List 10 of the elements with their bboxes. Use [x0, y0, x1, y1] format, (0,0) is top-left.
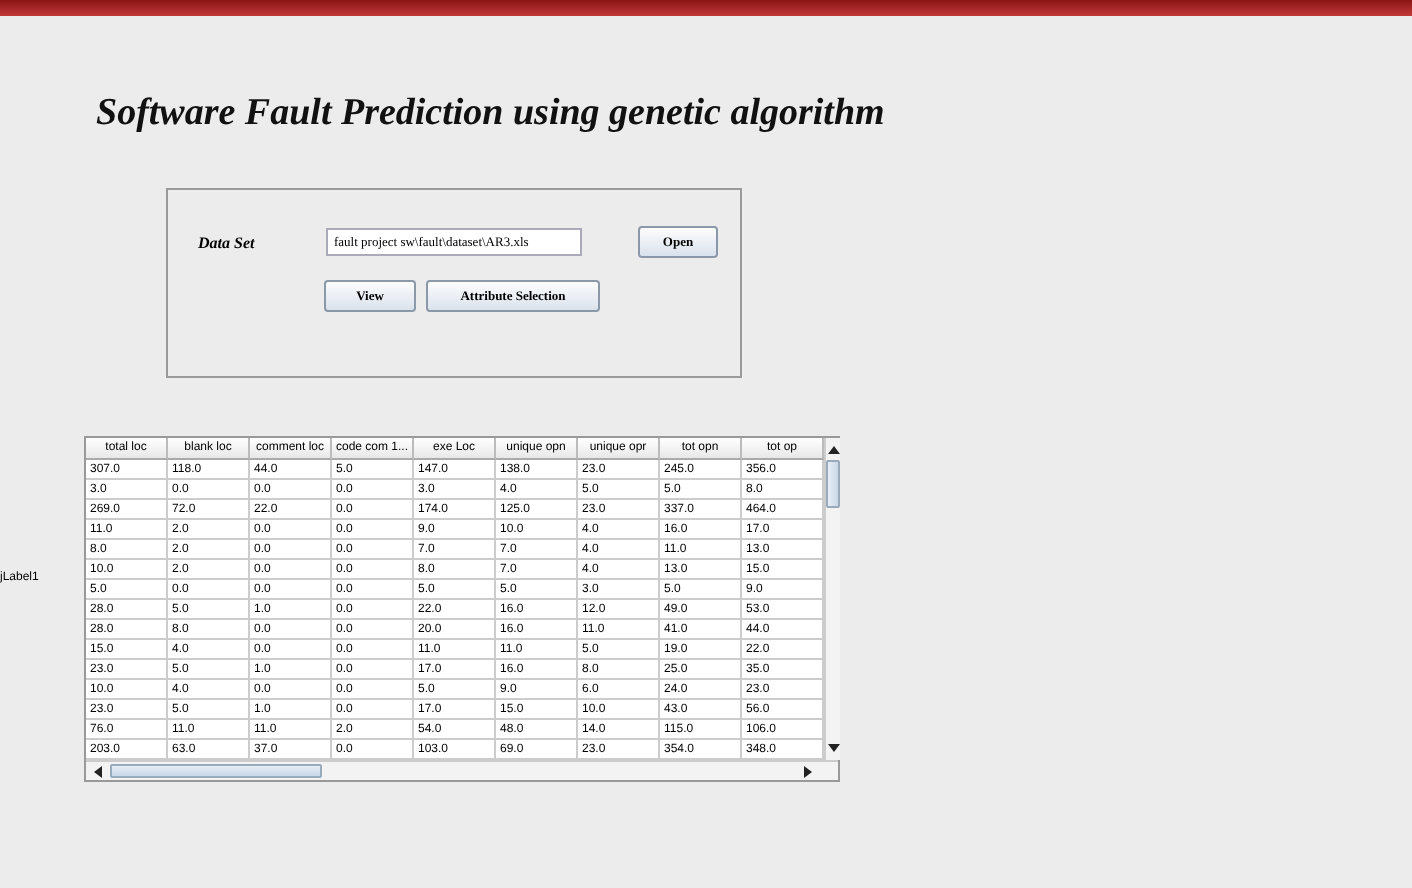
vertical-scrollbar[interactable]: [824, 438, 840, 760]
up-arrow-icon[interactable]: [827, 444, 839, 456]
scroll-thumb[interactable]: [110, 764, 322, 778]
right-arrow-icon[interactable]: [802, 765, 814, 777]
scroll-thumb[interactable]: [826, 460, 840, 508]
horizontal-scrollbar[interactable]: [86, 760, 838, 780]
left-arrow-icon[interactable]: [92, 765, 104, 777]
dataset-label: Data Set: [198, 233, 257, 251]
down-arrow-icon[interactable]: [827, 742, 839, 754]
page-title: Software Fault Prediction using genetic algorithm: [96, 92, 885, 136]
